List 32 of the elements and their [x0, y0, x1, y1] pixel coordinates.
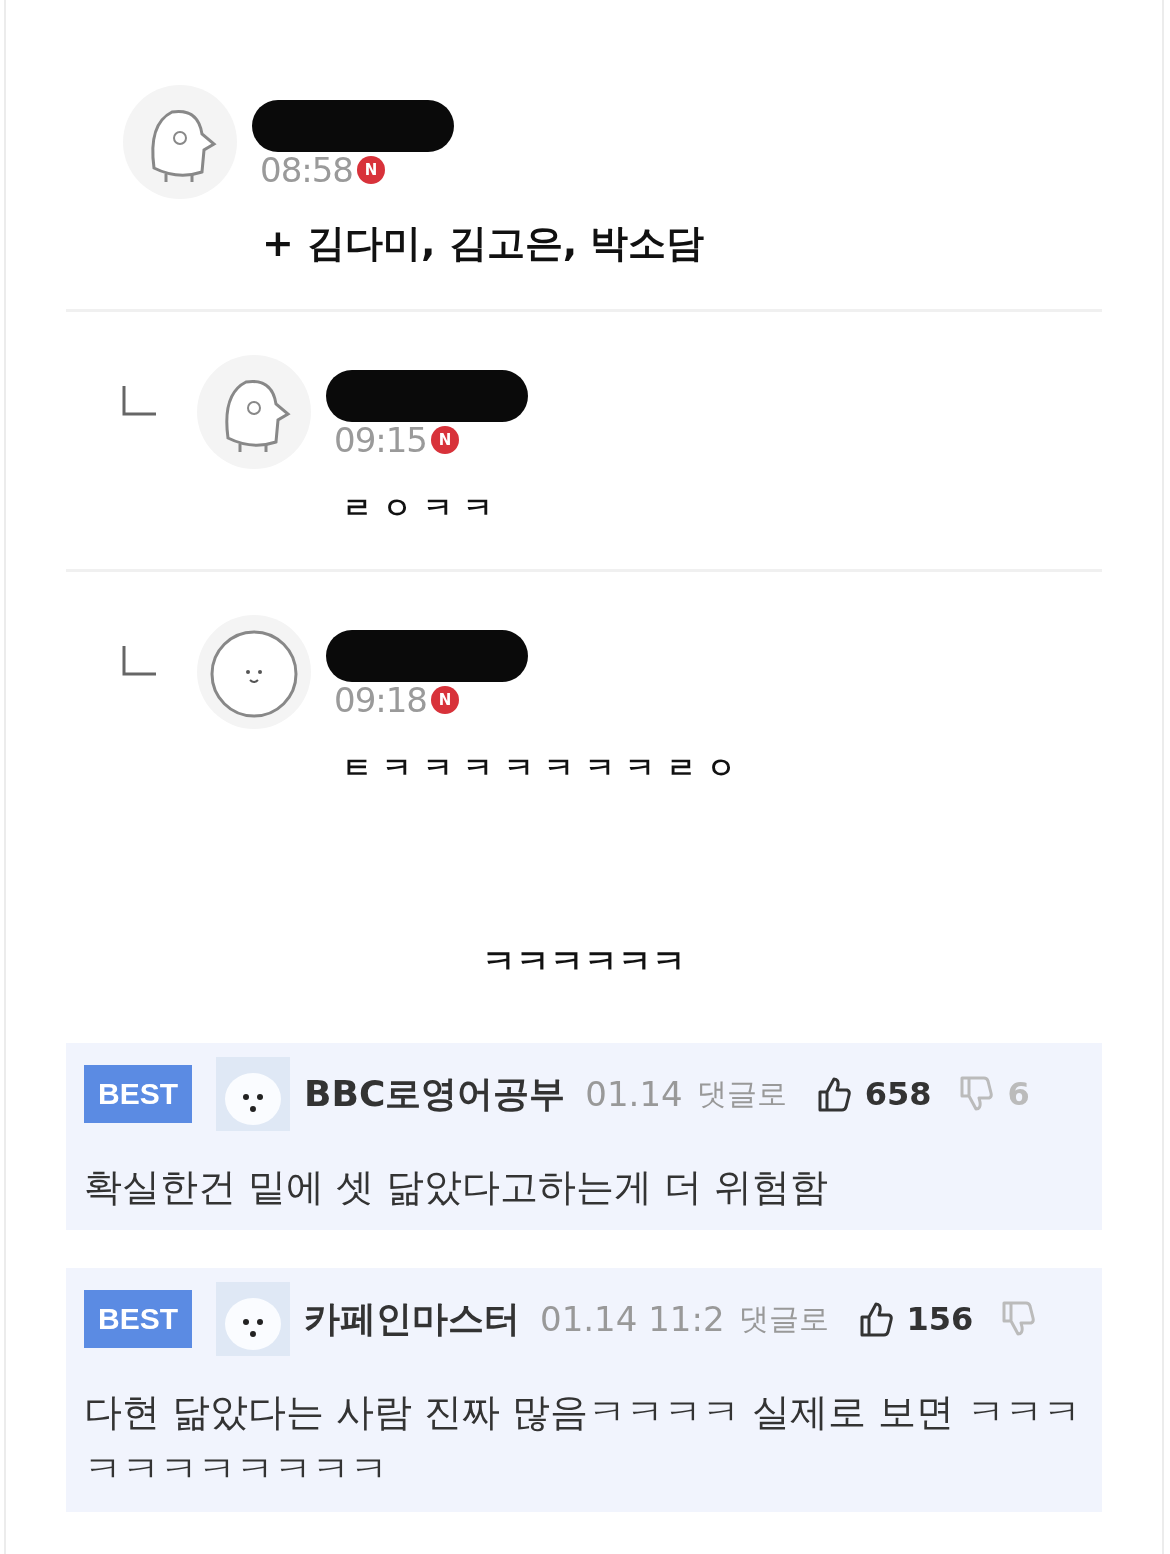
best-badge: BEST: [84, 1065, 192, 1123]
avatar-icon: [122, 84, 238, 200]
comment-text: ㅌ ㅋ ㅋ ㅋ ㅋ ㅋ ㅋ ㅋ ㄹ ㅇ: [342, 749, 737, 787]
comment-text: ㄹ ㅇ ㅋ ㅋ: [342, 489, 495, 527]
author-name[interactable]: BBC로영어공부: [304, 1069, 566, 1119]
reply-corner-icon: [122, 386, 156, 416]
new-badge: N: [431, 686, 459, 714]
comment-time: 09:18: [334, 680, 427, 720]
comment-time: 09:15: [334, 420, 427, 460]
comment-text: + 김다미, 김고은, 박소담: [262, 220, 706, 267]
thumbs-down-icon[interactable]: [1001, 1301, 1036, 1337]
dog-avatar-icon: [216, 1057, 290, 1131]
comment-time: 01.14 11:2: [540, 1299, 725, 1339]
like-count: 658: [864, 1075, 932, 1113]
avatar-icon: [196, 614, 312, 730]
dog-avatar-icon: [216, 1282, 290, 1356]
comment-time: 01.14: [585, 1074, 683, 1114]
comment-text: 확실한건 밑에 셋 닮았다고하는게 더 위험함: [84, 1164, 830, 1211]
best-badge: BEST: [84, 1290, 192, 1348]
dislike-count: 6: [1007, 1075, 1030, 1113]
caption-text: ㅋㅋㅋㅋㅋㅋ: [481, 940, 687, 983]
thumbs-up-icon[interactable]: [858, 1301, 893, 1337]
avatar-icon: [196, 354, 312, 470]
thumbs-down-icon[interactable]: [959, 1076, 994, 1112]
new-badge: N: [431, 426, 459, 454]
comment-text: 다현 닮았다는 사람 진짜 많음ㅋㅋㅋㅋ 실제로 보면 ㅋㅋㅋㅋㅋㅋㅋㅋㅋㅋㅋ: [84, 1389, 1082, 1493]
reply-corner-icon: [122, 646, 156, 676]
thumbs-up-icon[interactable]: [816, 1076, 851, 1112]
like-count: 156: [906, 1300, 974, 1338]
comment-time: 08:58: [260, 150, 353, 190]
author-name[interactable]: 카페인마스터: [304, 1294, 520, 1344]
new-badge: N: [357, 156, 385, 184]
